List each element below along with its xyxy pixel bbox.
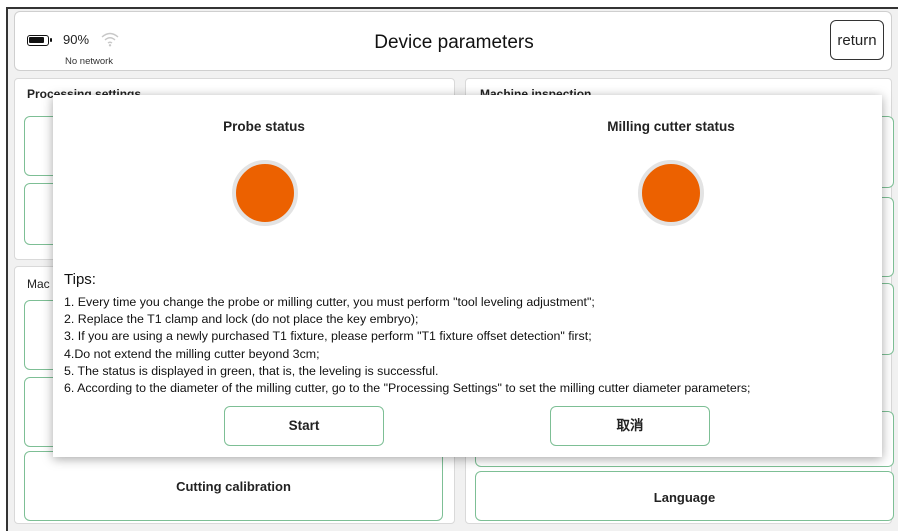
cutter-status-label: Milling cutter status	[607, 119, 735, 134]
cutting-calibration-button[interactable]: Cutting calibration	[24, 451, 443, 521]
machine-section-label: Mac	[27, 277, 50, 291]
cutter-status-indicator	[638, 160, 704, 226]
probe-status-indicator	[232, 160, 298, 226]
tips-list: 1. Every time you change the probe or mi…	[64, 294, 751, 397]
tool-leveling-dialog: Probe status Milling cutter status Tips:…	[53, 95, 882, 457]
tip-item: 3. If you are using a newly purchased T1…	[64, 329, 592, 344]
tip-item: 1. Every time you change the probe or mi…	[64, 295, 595, 309]
start-button[interactable]: Start	[224, 406, 384, 446]
cancel-button[interactable]: 取消	[550, 406, 710, 446]
tip-item: 5. The status is displayed in green, tha…	[64, 363, 439, 378]
tip-item: 4.Do not extend the milling cutter beyon…	[64, 346, 320, 361]
tips-heading: Tips:	[64, 271, 96, 288]
tip-item: 2. Replace the T1 clamp and lock (do not…	[64, 312, 419, 327]
header-bar: 90% No network Device parameters return	[14, 11, 892, 71]
network-status: No network	[65, 56, 114, 67]
cutting-calibration-label: Cutting calibration	[176, 479, 291, 494]
return-button[interactable]: return	[830, 20, 884, 60]
page-title: Device parameters	[374, 32, 534, 53]
language-button-label: Language	[653, 490, 716, 505]
tip-item: 6. According to the diameter of the mill…	[64, 381, 751, 396]
probe-status-label: Probe status	[223, 119, 305, 134]
language-button[interactable]: Language	[475, 471, 894, 521]
